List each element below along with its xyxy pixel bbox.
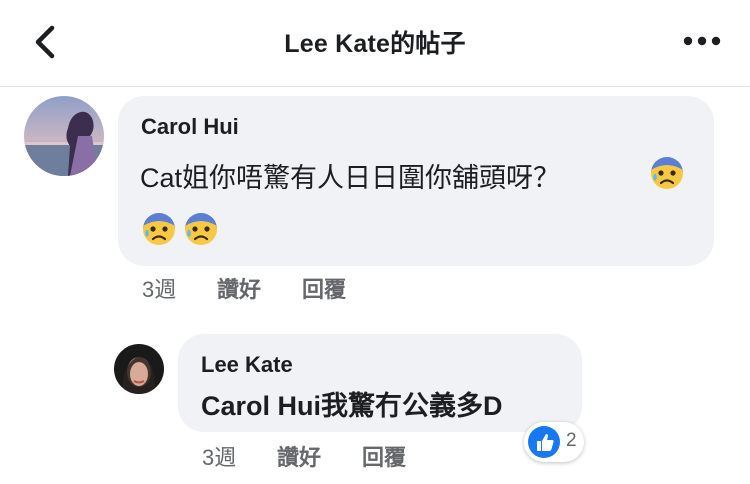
comment-time: 3週 — [202, 445, 237, 470]
avatar-image — [114, 344, 164, 394]
anxious-face-emoji — [185, 213, 217, 245]
comment-bubble[interactable]: Carol Hui Cat姐你唔驚有人日日圍你舖頭呀？ — [118, 96, 714, 266]
anxious-face-emoji — [651, 157, 683, 189]
reply-button[interactable]: 回覆 — [362, 440, 406, 472]
anxious-face-emoji — [143, 213, 175, 245]
avatar-image — [24, 96, 104, 176]
more-options-button[interactable] — [680, 26, 724, 56]
comment-author[interactable]: Lee Kate — [201, 352, 293, 378]
like-button[interactable]: 讚好 — [217, 272, 261, 304]
avatar-lee-kate[interactable] — [114, 344, 164, 394]
comment-text: Cat姐你唔驚有人日日圍你舖頭呀？ — [140, 163, 561, 193]
reply-bubble[interactable]: Lee Kate Carol Hui我驚冇公義多D — [178, 334, 582, 432]
thumbs-up-icon — [528, 426, 560, 458]
reply-button[interactable]: 回覆 — [302, 272, 346, 304]
like-button[interactable]: 讚好 — [277, 440, 321, 472]
reaction-count: 2 — [566, 430, 577, 451]
reaction-summary[interactable]: 2 — [524, 422, 584, 462]
comment-time: 3週 — [142, 277, 177, 302]
comment-author[interactable]: Carol Hui — [141, 114, 239, 140]
avatar-carol-hui[interactable] — [24, 96, 104, 176]
comment-text: Carol Hui我驚冇公義多D — [201, 391, 503, 421]
page-title: Lee Kate的帖子 — [284, 30, 466, 58]
more-horizontal-icon — [683, 36, 721, 46]
top-bar: Lee Kate的帖子 — [0, 0, 750, 87]
